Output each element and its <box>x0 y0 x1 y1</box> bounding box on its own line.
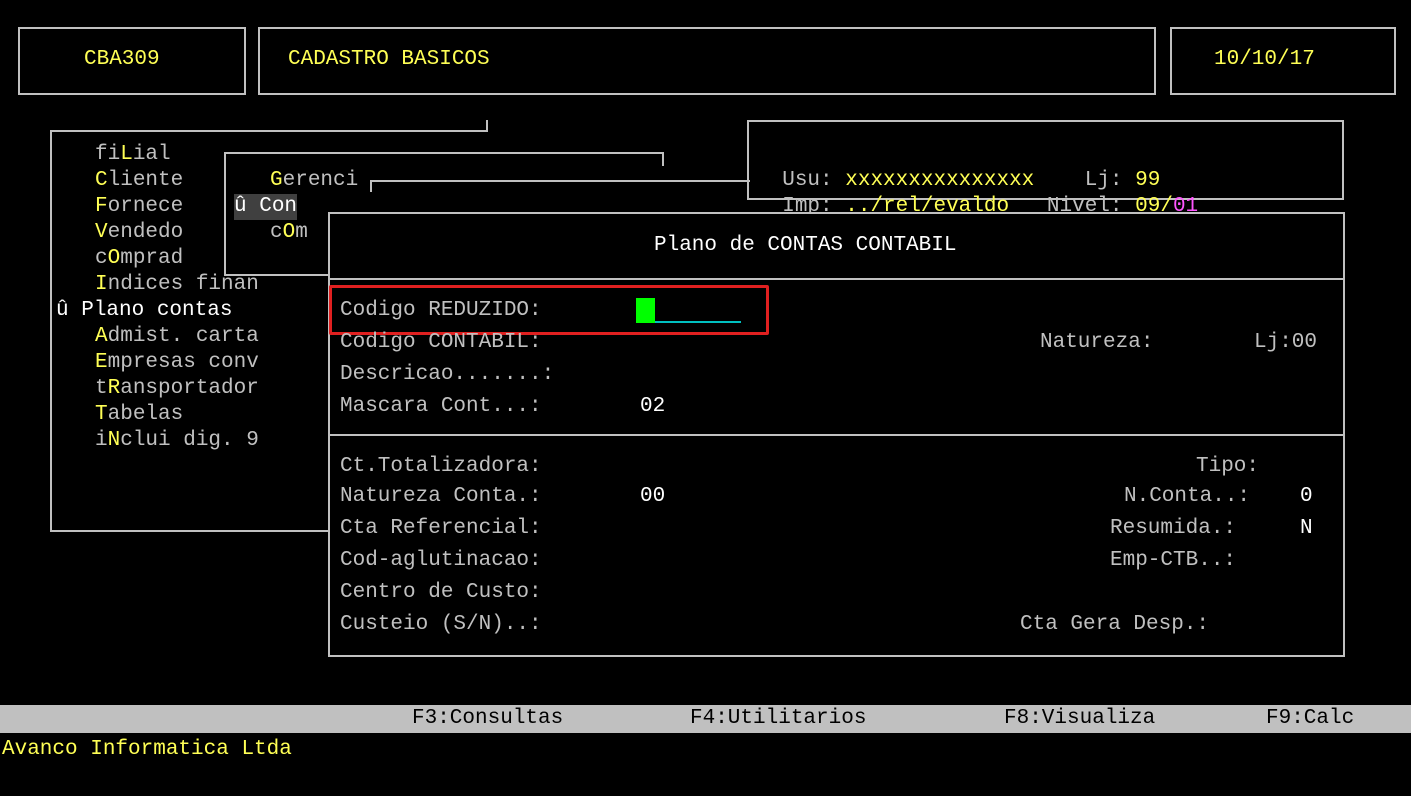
menu-item-vendedor[interactable]: Vendedo <box>95 220 183 246</box>
codigo-contabil-label: Codigo CONTABIL: <box>340 331 542 354</box>
f9-calc-key[interactable]: F9:Calc <box>1266 706 1354 732</box>
lj-label: Lj:00 <box>1254 331 1318 354</box>
menu-item-filial[interactable]: fiLial <box>95 142 171 168</box>
descricao-label: Descricao.......: <box>340 363 555 386</box>
highlight-box <box>329 285 769 335</box>
menu-item-fornecedor[interactable]: Fornece <box>95 194 183 220</box>
menu-item-tabelas[interactable]: Tabelas <box>95 402 183 428</box>
menu-item-empresas[interactable]: Empresas conv <box>95 350 259 376</box>
f4-utilitarios-key[interactable]: F4:Utilitarios <box>690 706 866 732</box>
emp-ctb-label: Emp-CTB..: <box>1110 549 1237 572</box>
tipo-label: Tipo: <box>1196 455 1260 478</box>
date: 10/10/17 <box>1214 48 1315 71</box>
natureza-label: Natureza: <box>1040 331 1154 354</box>
menu-item-cliente[interactable]: Cliente <box>95 168 183 194</box>
sub-menu-item-gerenci[interactable]: Gerenci <box>270 168 358 194</box>
menu-item-plano-contas[interactable]: û Plano contas <box>56 298 232 324</box>
resumida-label: Resumida.: <box>1110 517 1237 540</box>
custeio-label: Custeio (S/N)..: <box>340 613 542 636</box>
sub-menu-item-con[interactable]: û Con <box>234 194 298 220</box>
menu-item-inclui-dig[interactable]: iNclui dig. 9 <box>95 428 259 454</box>
cta-referencial-label: Cta Referencial: <box>340 517 542 540</box>
f3-consultas-key[interactable]: F3:Consultas <box>412 706 563 732</box>
n-conta-value[interactable]: 0 <box>1300 484 1313 510</box>
sub-menu-item-com[interactable]: cOm <box>270 220 308 246</box>
dialog-title: Plano de CONTAS CONTABIL <box>654 234 957 257</box>
natureza-conta-value[interactable]: 00 <box>640 484 665 510</box>
function-key-bar: F3:Consultas F4:Utilitarios F8:Visualiza… <box>0 705 1411 733</box>
cta-gera-desp-label: Cta Gera Desp.: <box>1020 613 1210 636</box>
natureza-conta-label: Natureza Conta.: <box>340 485 542 508</box>
dialog-section-divider <box>328 434 1345 436</box>
centro-custo-label: Centro de Custo: <box>340 581 542 604</box>
resumida-value[interactable]: N <box>1300 516 1313 542</box>
ct-totalizadora-label: Ct.Totalizadora: <box>340 455 542 478</box>
mascara-label: Mascara Cont...: <box>340 395 542 418</box>
program-code: CBA309 <box>84 48 160 71</box>
f8-visualiza-key[interactable]: F8:Visualiza <box>1004 706 1155 732</box>
page-title: CADASTRO BASICOS <box>288 48 490 71</box>
menu-item-admist[interactable]: Admist. carta <box>95 324 259 350</box>
menu-item-transportador[interactable]: tRansportador <box>95 376 259 402</box>
dialog-title-divider <box>328 278 1345 280</box>
mascara-value[interactable]: 02 <box>640 394 665 420</box>
cod-aglutinacao-label: Cod-aglutinacao: <box>340 549 542 572</box>
menu-item-comprador[interactable]: cOmprad <box>95 246 183 272</box>
company-name: Avanco Informatica Ltda <box>2 738 292 761</box>
n-conta-label: N.Conta..: <box>1124 485 1251 508</box>
